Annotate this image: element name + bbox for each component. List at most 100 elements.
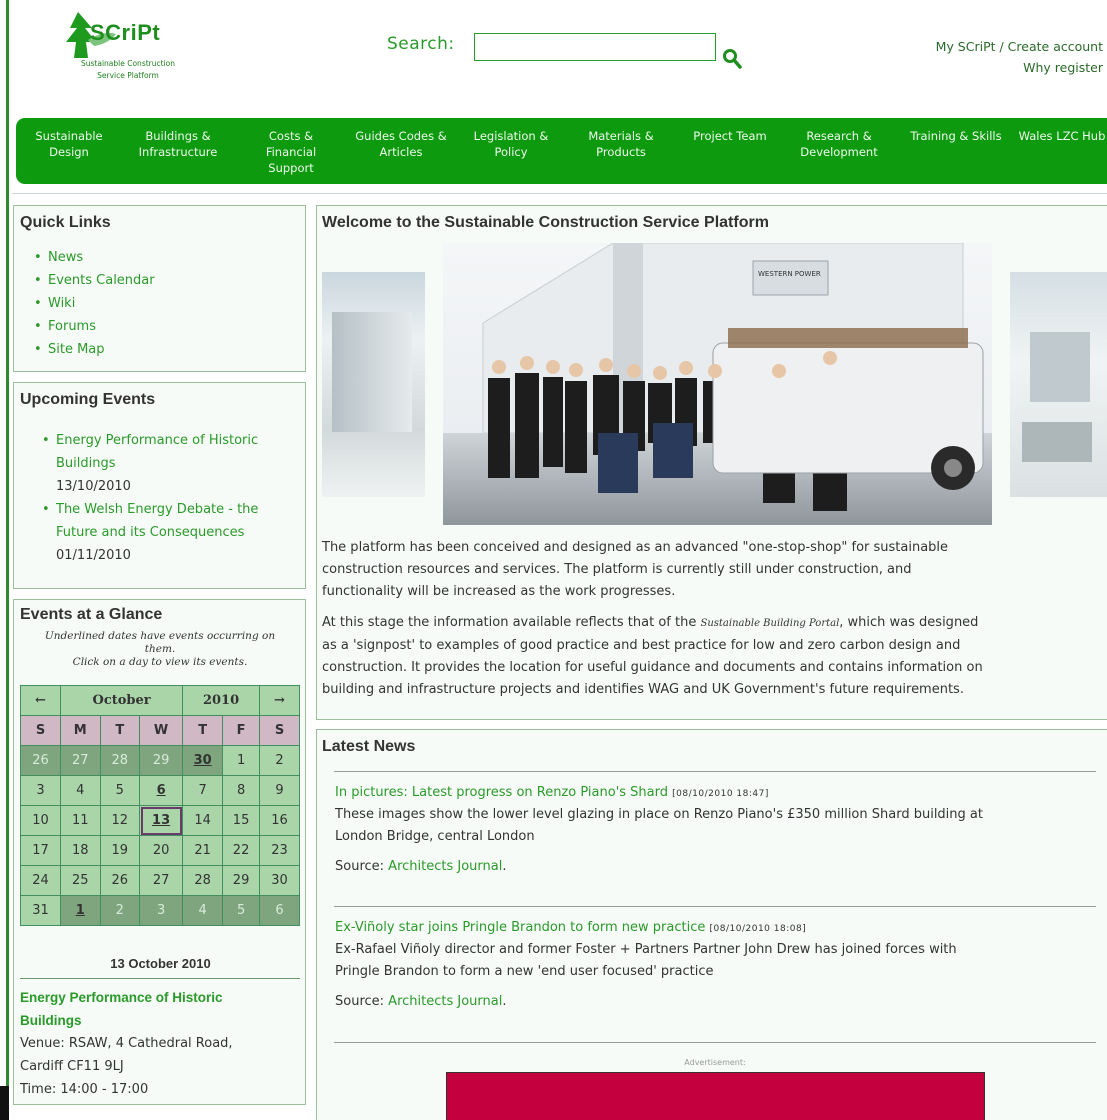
quick-link-wiki[interactable]: Wiki [34,292,155,315]
quick-links-title: Quick Links [20,214,111,231]
calendar-day[interactable]: 10 [20,805,61,836]
search-icon[interactable] [722,48,742,70]
calendar-day[interactable]: 11 [60,805,101,836]
calendar-day[interactable]: 6 [139,775,184,806]
upcoming-events-list: Energy Performance of Historic Buildings… [42,429,258,567]
my-script-create-account-link[interactable]: My SCriPt / Create account [936,39,1103,54]
search-input[interactable] [474,33,716,61]
calendar-day[interactable]: 5 [99,775,141,806]
search-label: Search: [387,34,455,54]
quick-link-news[interactable]: News [34,246,155,269]
news-source-link[interactable]: Architects Journal [388,994,502,1009]
calendar-next-month[interactable]: → [259,685,300,716]
calendar-dow: T [182,715,224,746]
calendar-day[interactable]: 15 [222,805,260,836]
calendar-day[interactable]: 14 [182,805,224,836]
calendar-dow: F [222,715,260,746]
calendar-day[interactable]: 5 [222,895,260,926]
calendar-dow: S [20,715,61,746]
calendar-day[interactable]: 2 [259,745,300,776]
calendar-day[interactable]: 18 [60,835,101,866]
carousel-next-image[interactable] [1010,272,1107,497]
page-left-border [6,0,9,1120]
news-headline-link[interactable]: In pictures: Latest progress on Renzo Pi… [335,785,668,800]
glance-title: Events at a Glance [20,606,163,623]
calendar-day[interactable]: 29 [139,745,184,776]
events-calendar: ← October 2010 → S M T W T F S 26 27 28 … [20,685,300,926]
calendar-day[interactable]: 24 [20,865,61,896]
calendar-dow: M [60,715,101,746]
calendar-day[interactable]: 22 [222,835,260,866]
nav-costs-financial-support[interactable]: Costs & Financial Support [256,128,326,176]
nav-training-skills[interactable]: Training & Skills [896,128,1016,144]
logo-subtitle: Sustainable Construction Service Platfor… [81,59,175,80]
calendar-day[interactable]: 26 [99,865,141,896]
calendar-dow: S [259,715,300,746]
calendar-day[interactable]: 17 [20,835,61,866]
welcome-details: At this stage the information available … [322,615,983,697]
nav-materials-products[interactable]: Materials & Products [576,128,666,160]
glance-event-title[interactable]: Energy Performance of Historic Buildings [20,986,223,1032]
advertisement-banner[interactable] [446,1072,985,1120]
calendar-prev-month[interactable]: ← [20,685,61,716]
calendar-day[interactable]: 27 [60,745,101,776]
calendar-day[interactable]: 21 [182,835,224,866]
nav-guides-codes-articles[interactable]: Guides Codes & Articles [346,128,456,160]
calendar-day[interactable]: 31 [20,895,61,926]
news-headline-link[interactable]: Ex-Viñoly star joins Pringle Brandon to … [335,920,705,935]
calendar-day[interactable]: 28 [182,865,224,896]
calendar-day[interactable]: 4 [182,895,224,926]
news-body: These images show the lower level glazin… [335,807,983,844]
calendar-day[interactable]: 12 [99,805,141,836]
nav-project-team[interactable]: Project Team [680,128,780,144]
nav-wales-lzc-hub[interactable]: Wales LZC Hub [1012,128,1107,144]
header-divider [12,193,1107,194]
calendar-day[interactable]: 4 [60,775,101,806]
upcoming-event[interactable]: Energy Performance of Historic Buildings… [42,429,258,498]
news-source: Source: Architects Journal. [335,859,507,874]
window-corner [0,1086,9,1120]
calendar-day-selected[interactable]: 13 [139,805,184,836]
nav-research-development[interactable]: Research & Development [792,128,886,160]
calendar-day[interactable]: 26 [20,745,61,776]
news-item: Ex-Viñoly star joins Pringle Brandon to … [335,920,957,1013]
calendar-day[interactable]: 1 [222,745,260,776]
welcome-intro: The platform has been conceived and desi… [322,540,949,599]
calendar-day[interactable]: 29 [222,865,260,896]
calendar-day[interactable]: 20 [139,835,184,866]
news-divider [334,1042,1096,1043]
calendar-day[interactable]: 8 [222,775,260,806]
nav-sustainable-design[interactable]: Sustainable Design [34,128,104,160]
nav-buildings-infrastructure[interactable]: Buildings & Infrastructure [128,128,228,160]
calendar-day[interactable]: 9 [259,775,300,806]
quick-link-forums[interactable]: Forums [34,315,155,338]
calendar-day[interactable]: 25 [60,865,101,896]
calendar-day[interactable]: 30 [259,865,300,896]
why-register-link[interactable]: Why register [1023,60,1103,75]
calendar-day[interactable]: 28 [99,745,141,776]
calendar-month: October [59,685,184,716]
calendar-day[interactable]: 2 [99,895,141,926]
news-divider [334,771,1096,772]
calendar-day[interactable]: 1 [60,895,101,926]
calendar-day[interactable]: 3 [139,895,184,926]
calendar-day[interactable]: 23 [259,835,300,866]
calendar-day[interactable]: 7 [182,775,224,806]
advertisement-label: Advertisement: [684,1058,746,1067]
calendar-day[interactable]: 16 [259,805,300,836]
calendar-day[interactable]: 6 [259,895,300,926]
nav-legislation-policy[interactable]: Legislation & Policy [464,128,558,160]
calendar-day[interactable]: 19 [99,835,141,866]
upcoming-events-panel: Upcoming Events Energy Performance of Hi… [13,382,306,589]
carousel-prev-image[interactable] [322,272,425,497]
latest-news-title: Latest News [322,738,416,755]
calendar-day[interactable]: 30 [182,745,224,776]
calendar-day[interactable]: 3 [20,775,61,806]
calendar-day[interactable]: 27 [139,865,184,896]
upcoming-event[interactable]: The Welsh Energy Debate - the Future and… [42,498,258,567]
news-divider [334,906,1096,907]
welcome-photo[interactable]: WESTERN POWER [443,243,992,525]
news-source-link[interactable]: Architects Journal [388,859,502,874]
quick-link-events-calendar[interactable]: Events Calendar [34,269,155,292]
quick-link-site-map[interactable]: Site Map [34,338,155,361]
